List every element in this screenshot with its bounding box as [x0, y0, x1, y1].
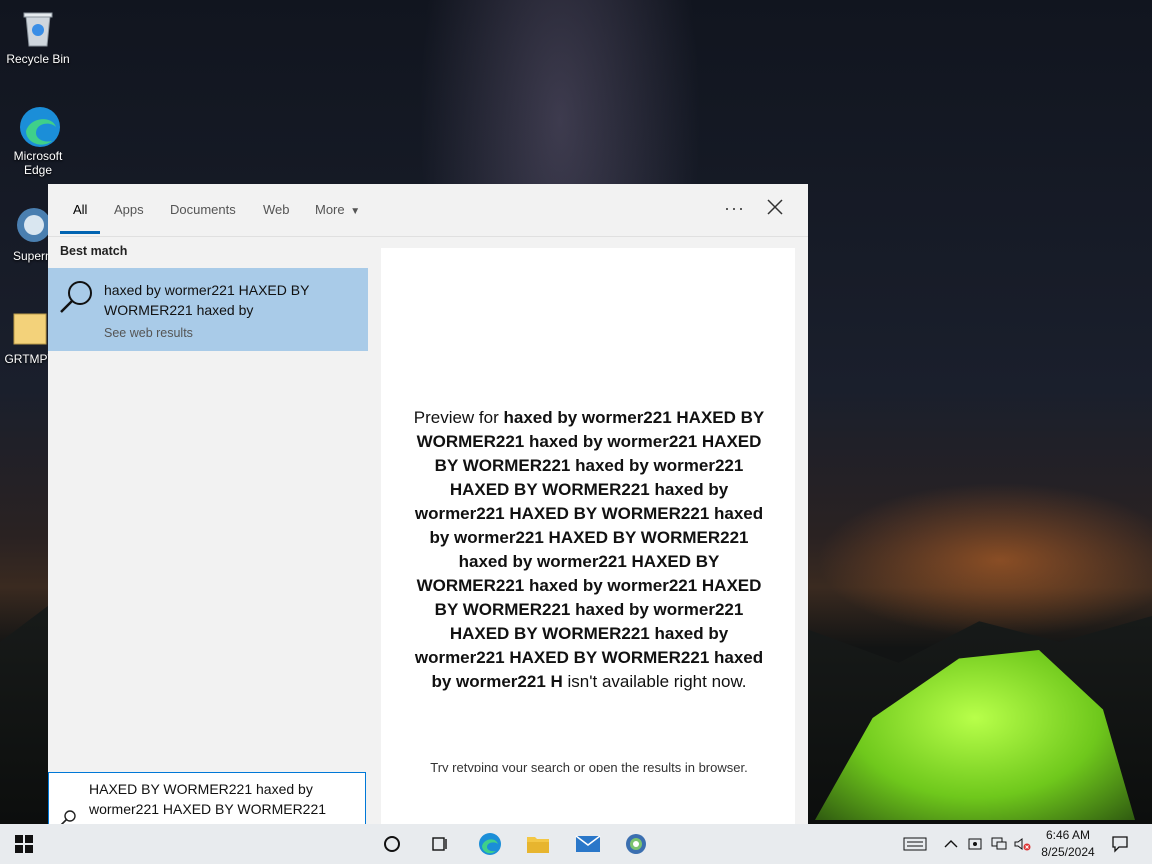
tab-all[interactable]: All	[73, 202, 87, 217]
taskbar: 6:46 AM 8/25/2024	[0, 824, 1152, 864]
edge-icon[interactable]	[468, 824, 512, 864]
desktop-icon-label: Recycle Bin	[6, 52, 70, 66]
file-explorer-icon[interactable]	[516, 824, 560, 864]
clock-date: 8/25/2024	[1041, 845, 1095, 859]
best-match-subtitle: See web results	[104, 326, 193, 340]
preview-hint: Try retyping your search or open the res…	[430, 760, 748, 772]
windows-start-icon[interactable]	[2, 824, 46, 864]
preview-prefix: Preview for	[413, 408, 504, 427]
tab-more[interactable]: More ▼	[315, 202, 360, 217]
best-match-item[interactable]: haxed by wormer221 HAXED BY WORMER221 ha…	[48, 268, 368, 351]
search-icon	[58, 278, 96, 316]
best-match-heading: Best match	[60, 244, 128, 258]
best-match-title: haxed by wormer221 HAXED BY WORMER221 ha…	[104, 282, 310, 318]
preview-query: haxed by wormer221 HAXED BY WORMER221 ha…	[414, 408, 765, 691]
close-icon[interactable]	[764, 196, 786, 218]
preview-pane: Preview for haxed by wormer221 HAXED BY …	[381, 248, 795, 824]
notifications-icon[interactable]	[1106, 824, 1134, 864]
cortana-icon[interactable]	[370, 824, 414, 864]
folder-icon	[10, 308, 50, 348]
clock-time: 6:46 AM	[1045, 828, 1091, 842]
desktop-icon-recycle-bin[interactable]: Recycle Bin	[0, 8, 76, 66]
preview-suffix: isn't available right now.	[562, 672, 747, 691]
tab-apps[interactable]: Apps	[114, 202, 144, 217]
preview-message: Preview for haxed by wormer221 HAXED BY …	[409, 406, 769, 694]
task-view-icon[interactable]	[418, 824, 462, 864]
tab-more-label: More	[315, 202, 345, 217]
action-center-keyboard-icon[interactable]	[900, 824, 930, 864]
meet-now-icon[interactable]	[964, 824, 986, 864]
more-options-icon[interactable]: ···	[724, 198, 745, 219]
tab-documents[interactable]: Documents	[170, 202, 236, 217]
clock[interactable]: 6:46 AM 8/25/2024	[1030, 827, 1106, 861]
search-tabs: All Apps Documents Web More ▼ ···	[48, 184, 808, 237]
edge-icon	[18, 105, 60, 147]
search-panel: All Apps Documents Web More ▼ ··· Best m…	[48, 184, 808, 824]
network-icon[interactable]	[988, 824, 1010, 864]
desktop-icon-label: Microsoft Edge	[13, 149, 63, 177]
recycle-bin-icon	[18, 8, 58, 48]
app-globe-icon[interactable]	[614, 824, 658, 864]
chevron-down-icon: ▼	[350, 206, 361, 217]
chevron-up-icon[interactable]	[940, 824, 962, 864]
tab-web[interactable]: Web	[263, 202, 290, 217]
desktop-icon-microsoft-edge[interactable]: Microsoft Edge	[0, 105, 76, 177]
mail-icon[interactable]	[566, 824, 610, 864]
active-tab-indicator	[60, 231, 100, 234]
